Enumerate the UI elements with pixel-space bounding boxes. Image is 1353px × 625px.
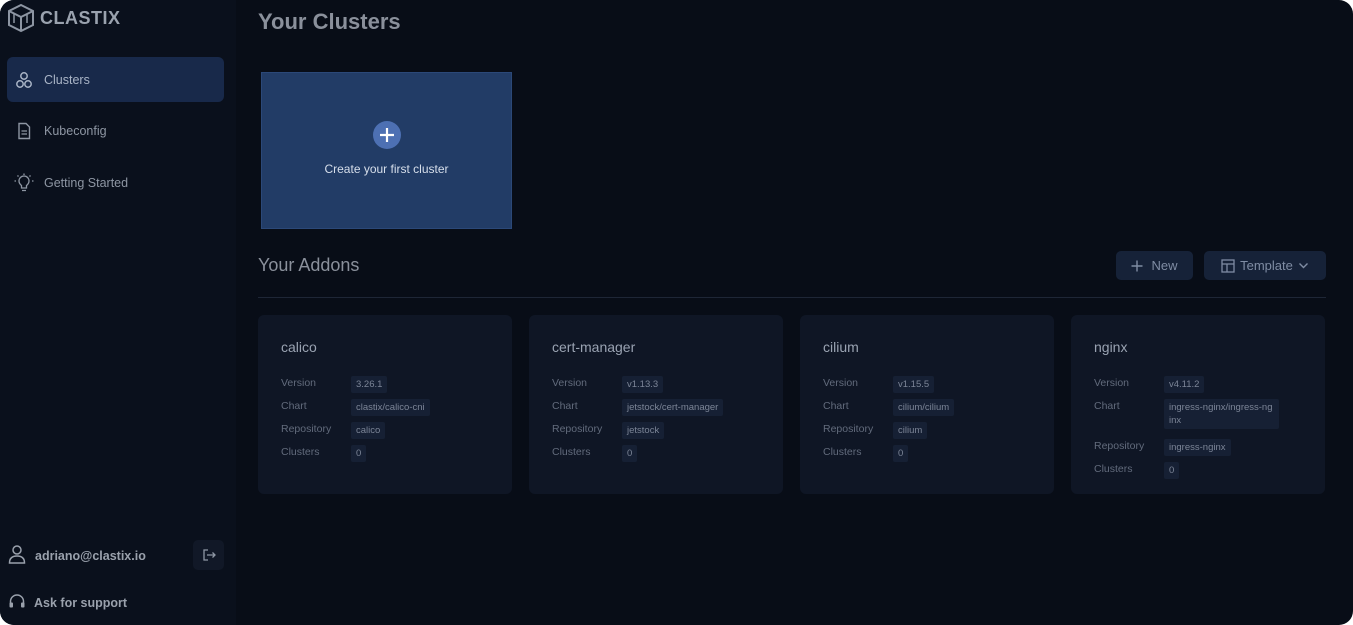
sidebar-item-clusters[interactable]: Clusters <box>7 57 224 102</box>
addon-card-calico[interactable]: calico Version 3.26.1 Chart clastix/calico… <box>258 315 512 494</box>
support-label: Ask for support <box>34 596 128 610</box>
addon-card-cert-manager[interactable]: cert-manager Version v1.13.3 Chart jetstoc… <box>529 315 783 494</box>
sidebar: CLASTIX Clusters Kubeconfig Getting Star… <box>0 0 236 625</box>
new-button-label: New <box>1151 258 1178 273</box>
user-icon <box>8 544 26 569</box>
repository-label: Repository <box>1094 440 1145 452</box>
repository-value: ingress-nginx <box>1164 439 1231 456</box>
sidebar-item-getting-started[interactable]: Getting Started <box>7 160 224 205</box>
chart-value: ingress-nginx/ingress-nginx <box>1164 399 1279 429</box>
clusters-value: 0 <box>351 445 367 462</box>
main-content: Your Clusters Create your first cluster … <box>236 0 1353 625</box>
clusters-label: Clusters <box>1094 463 1133 475</box>
clusters-label: Clusters <box>823 446 862 458</box>
brand-logo[interactable]: CLASTIX <box>6 2 121 34</box>
chart-value: jetstock/cert-manager <box>622 399 724 416</box>
sidebar-item-kubeconfig[interactable]: Kubeconfig <box>7 108 224 153</box>
chart-label: Chart <box>1094 400 1120 412</box>
plus-icon <box>372 121 401 149</box>
plus-icon <box>1131 260 1143 271</box>
clastix-logo-icon <box>8 3 34 33</box>
clusters-icon <box>14 70 34 90</box>
version-label: Version <box>1094 377 1130 389</box>
document-icon <box>14 121 34 141</box>
version-value: v1.15.5 <box>893 376 935 393</box>
repository-value: jetstock <box>622 422 665 439</box>
sidebar-item-label: Getting Started <box>44 175 129 190</box>
version-label: Version <box>281 377 317 389</box>
clusters-value: 0 <box>893 445 909 462</box>
user-email: adriano@clastix.io <box>35 549 146 563</box>
chart-label: Chart <box>823 400 849 412</box>
sidebar-item-label: Kubeconfig <box>44 123 107 138</box>
template-icon <box>1221 258 1235 273</box>
addon-name: nginx <box>1094 339 1128 355</box>
addons-title: Your Addons <box>258 255 360 275</box>
version-value: v1.13.3 <box>622 376 664 393</box>
chart-label: Chart <box>281 400 307 412</box>
page-title: Your Clusters <box>258 9 401 34</box>
logout-button[interactable] <box>193 540 224 570</box>
chart-value: cilium/cilium <box>893 399 955 416</box>
addon-card-cilium[interactable]: cilium Version v1.15.5 Chart cilium/cilium… <box>800 315 1054 494</box>
clusters-label: Clusters <box>552 446 591 458</box>
new-addon-button[interactable]: New <box>1116 251 1193 280</box>
chevron-down-icon <box>1298 263 1308 269</box>
lightbulb-icon <box>14 173 34 193</box>
support-link[interactable]: Ask for support <box>8 590 127 616</box>
logout-icon <box>202 549 216 561</box>
version-value: 3.26.1 <box>351 376 388 393</box>
repository-label: Repository <box>552 423 603 435</box>
sidebar-item-label: Clusters <box>44 72 90 87</box>
repository-label: Repository <box>823 423 874 435</box>
addon-card-nginx[interactable]: nginx Version v4.11.2 Chart ingress-nginx/… <box>1071 315 1325 494</box>
brand-name: CLASTIX <box>40 7 121 28</box>
repository-label: Repository <box>281 423 332 435</box>
repository-value: calico <box>351 422 386 439</box>
addon-name: cilium <box>823 339 859 355</box>
version-value: v4.11.2 <box>1164 376 1205 393</box>
create-cluster-label: Create your first cluster <box>324 162 449 176</box>
template-button-label: Template <box>1240 258 1293 273</box>
create-cluster-card[interactable]: Create your first cluster <box>261 72 512 229</box>
divider <box>258 297 1326 298</box>
headset-icon <box>8 593 26 614</box>
chart-label: Chart <box>552 400 578 412</box>
addon-name: cert-manager <box>552 339 636 355</box>
clusters-value: 0 <box>1164 462 1180 479</box>
app-window: CLASTIX Clusters Kubeconfig Getting Star… <box>0 0 1353 625</box>
template-dropdown-button[interactable]: Template <box>1204 251 1326 280</box>
clusters-label: Clusters <box>281 446 320 458</box>
user-row: adriano@clastix.io <box>8 540 228 572</box>
clusters-value: 0 <box>622 445 638 462</box>
version-label: Version <box>552 377 588 389</box>
repository-value: cilium <box>893 422 928 439</box>
version-label: Version <box>823 377 859 389</box>
addon-name: calico <box>281 339 317 355</box>
chart-value: clastix/calico-cni <box>351 399 430 416</box>
